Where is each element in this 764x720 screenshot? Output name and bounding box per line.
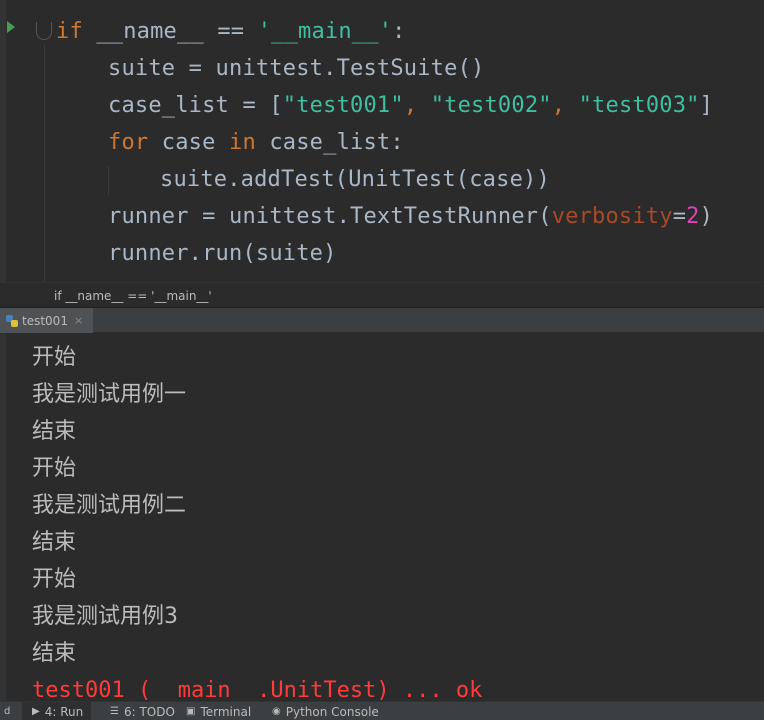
tool-label: 4: Run (44, 704, 84, 719)
code-token: in (229, 130, 256, 155)
code-line[interactable]: if __name__ == '__main__': (56, 13, 406, 50)
code-token: __name__ == (82, 19, 258, 44)
terminal-icon: ▣ (186, 706, 196, 717)
run-tab-bar: test001 × (0, 308, 764, 333)
tab-test001[interactable]: test001 × (0, 308, 94, 333)
tool-item-todo[interactable]: ☰ 6: TODO (104, 702, 181, 720)
run-gutter-icon[interactable] (7, 21, 15, 33)
fold-marker-icon[interactable] (36, 22, 52, 40)
code-token: = (672, 204, 687, 229)
console-line: 我是测试用例二 (32, 493, 187, 518)
console-line: 结束 (32, 641, 77, 666)
tab-label: test001 (22, 313, 68, 328)
code-token: "test002" (430, 93, 552, 118)
console-line: 我是测试用例3 (32, 604, 178, 629)
console-line: 结束 (32, 530, 77, 555)
code-token: suite = unittest.TestSuite() (108, 56, 485, 81)
console-gutter (0, 333, 6, 701)
run-icon: ▶ (32, 706, 40, 717)
tool-label: Python Console (285, 704, 379, 719)
tool-item-terminal[interactable]: ▣ Terminal (180, 702, 257, 720)
code-line[interactable]: suite.addTest(UnitTest(case)) (160, 161, 550, 198)
code-token: , (551, 93, 579, 118)
console-line: 开始 (32, 567, 77, 592)
code-token: "test001" (282, 93, 404, 118)
code-token: runner = unittest.TextTestRunner( (108, 204, 552, 229)
close-icon[interactable]: × (74, 314, 83, 327)
console-line: 开始 (32, 456, 77, 481)
code-token: 2 (686, 204, 700, 229)
editor-gutter[interactable] (0, 0, 6, 282)
code-token: '__main__' (257, 19, 393, 44)
tool-item-python-console[interactable]: ◉ Python Console (266, 702, 385, 720)
tool-label: Terminal (200, 704, 252, 719)
code-token: : (392, 19, 406, 44)
code-token: if (56, 19, 83, 44)
code-line[interactable]: runner.run(suite) (108, 235, 337, 272)
tool-item-run[interactable]: ▶ 4: Run (22, 702, 92, 720)
code-line[interactable]: suite = unittest.TestSuite() (108, 50, 484, 87)
code-token: case_list = [ (108, 93, 283, 118)
code-token: ) (699, 204, 714, 229)
tool-window-bar: d ▶ 4: Run ☰ 6: TODO ▣ Terminal ◉ Python… (0, 701, 764, 720)
code-token: , (403, 93, 431, 118)
console-line: test001 (__main__.UnitTest) ... ok (32, 678, 483, 701)
code-editor[interactable]: if __name__ == '__main__': suite = unitt… (0, 0, 764, 282)
breadcrumb[interactable]: if __name__ == '__main__' (0, 282, 764, 308)
indent-guide (44, 44, 45, 282)
console-line: 我是测试用例一 (32, 382, 187, 407)
breadcrumb-item[interactable]: if __name__ == '__main__' (54, 289, 212, 303)
code-token: "test003" (578, 93, 700, 118)
code-token: suite.addTest(UnitTest(case)) (160, 167, 550, 192)
console-line: 结束 (32, 419, 77, 444)
tool-label: 6: TODO (123, 704, 175, 719)
code-line[interactable]: runner = unittest.TextTestRunner(verbosi… (108, 198, 713, 235)
console-line: 开始 (32, 345, 77, 370)
code-token: ] (699, 93, 714, 118)
python-console-icon: ◉ (272, 706, 281, 717)
code-token: case_list: (255, 130, 404, 155)
todo-icon: ☰ (110, 706, 119, 717)
indent-guide (108, 166, 109, 196)
code-token: for (108, 130, 149, 155)
python-icon (6, 314, 18, 327)
code-token: runner.run(suite) (108, 241, 337, 266)
tool-icon: d (4, 706, 11, 717)
code-line[interactable]: for case in case_list: (108, 124, 404, 161)
run-console[interactable]: 开始 我是测试用例一 结束 开始 我是测试用例二 结束 开始 我是测试用例3 结… (0, 333, 764, 701)
tool-item-d[interactable]: d (4, 702, 20, 720)
code-token: case (148, 130, 230, 155)
code-token: verbosity (551, 204, 673, 229)
code-line[interactable]: case_list = ["test001", "test002", "test… (108, 87, 713, 124)
